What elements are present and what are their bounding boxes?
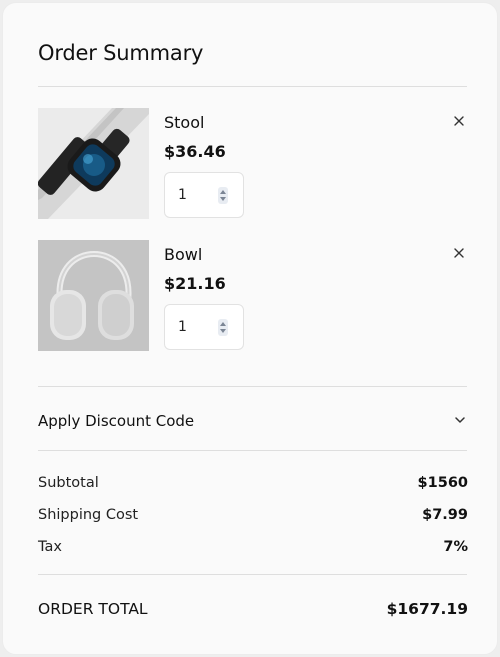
shipping-value: $7.99 [422,507,468,523]
divider [38,386,467,387]
item-name: Stool [164,113,205,132]
quantity-value[interactable]: 1 [178,319,187,335]
order-total-label: ORDER TOTAL [38,600,148,618]
item-price: $21.16 [164,274,226,293]
page-title: Order Summary [38,41,204,65]
shipping-label: Shipping Cost [38,507,139,523]
cart-item: Stool $36.46 1 [38,108,468,220]
item-price: $36.46 [164,142,226,161]
item-name: Bowl [164,245,203,264]
order-total-value: $1677.19 [386,600,468,618]
divider [38,574,467,575]
product-image-headphones[interactable] [38,240,149,351]
divider [38,450,467,451]
discount-label: Apply Discount Code [38,412,195,430]
close-icon[interactable] [452,114,466,128]
subtotal-value: $1560 [417,475,468,491]
discount-code-toggle[interactable]: Apply Discount Code [38,388,468,452]
cart-item: Bowl $21.16 1 [38,240,468,352]
tax-label: Tax [38,539,62,555]
up-down-arrows-icon[interactable] [218,319,228,336]
subtotal-label: Subtotal [38,475,99,491]
divider [38,86,467,87]
up-down-arrows-icon[interactable] [218,187,228,204]
tax-value: 7% [443,539,468,555]
order-summary-card: Order Summary Stool $36.46 1 Bowl $21.16… [2,2,498,655]
quantity-stepper[interactable]: 1 [164,304,244,350]
close-icon[interactable] [452,246,466,260]
quantity-stepper[interactable]: 1 [164,172,244,218]
quantity-value[interactable]: 1 [178,187,187,203]
product-image-smartwatch[interactable] [38,108,149,219]
chevron-down-icon[interactable] [454,414,466,426]
